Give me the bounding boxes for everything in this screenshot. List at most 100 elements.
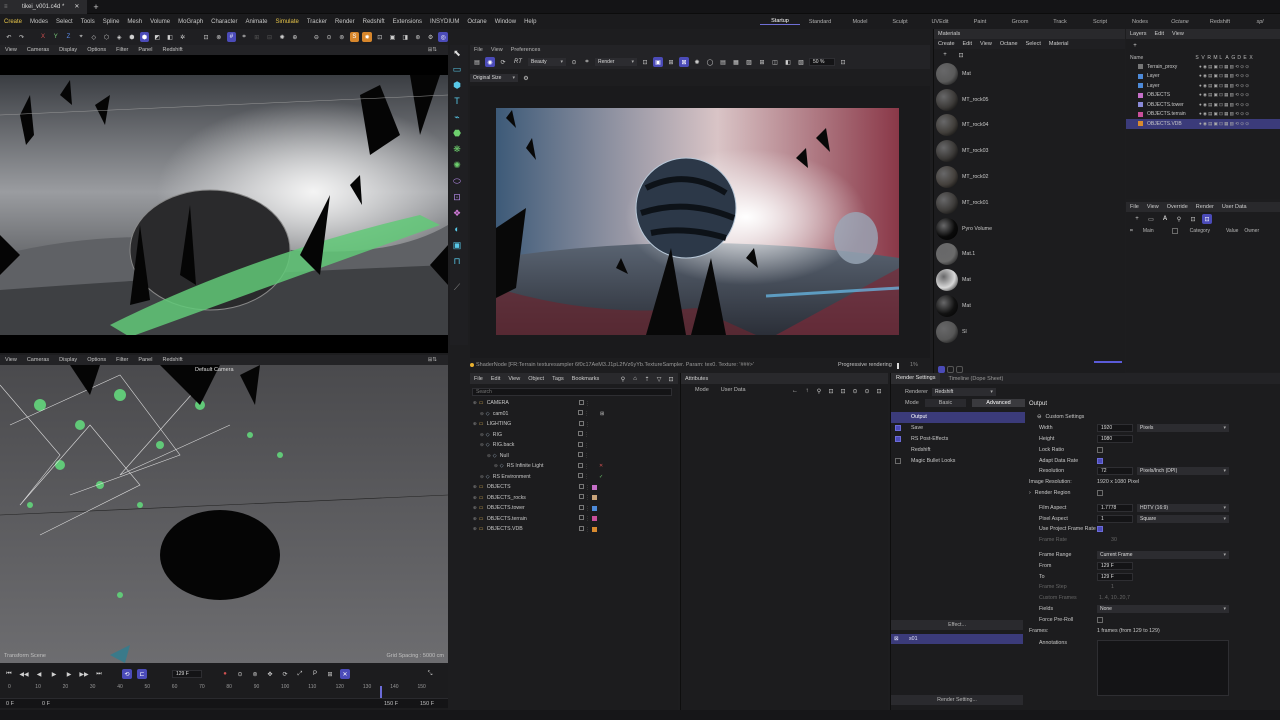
- deformer-icon[interactable]: ⬭: [450, 173, 464, 189]
- close-icon[interactable]: ✕: [74, 3, 79, 10]
- to-field[interactable]: 129 F: [1097, 572, 1133, 581]
- layout-octane[interactable]: Octane: [1160, 19, 1200, 25]
- rv-compare-icon[interactable]: ◫: [770, 57, 780, 67]
- object-tags[interactable]: ⋮: [578, 483, 590, 491]
- coord-system-icon[interactable]: ⌖: [76, 32, 86, 42]
- render-settings-item-checkbox[interactable]: [895, 425, 901, 432]
- use-project-frame-rate-checkbox[interactable]: [1097, 526, 1103, 533]
- texture-mode-icon[interactable]: ◧: [165, 32, 175, 42]
- object-mode-icon[interactable]: ⬢: [139, 32, 150, 42]
- object-menu-file[interactable]: File: [474, 376, 483, 382]
- rs-ipr-icon[interactable]: ▣: [388, 32, 398, 42]
- polygons-mode-icon[interactable]: ⬢: [127, 32, 137, 42]
- rv-rt-icon[interactable]: RT: [511, 57, 525, 67]
- material-item[interactable]: Mat: [936, 61, 1125, 87]
- octane-icon[interactable]: ◎: [438, 32, 449, 42]
- cloner-icon[interactable]: ❋: [450, 141, 464, 157]
- viewport1-menu-view[interactable]: View: [0, 47, 22, 53]
- rv-menu-file[interactable]: File: [470, 47, 487, 53]
- add-layer-icon[interactable]: +: [1130, 41, 1140, 51]
- render-region-checkbox[interactable]: [1097, 489, 1103, 496]
- attr-up-icon[interactable]: ↑: [802, 386, 812, 396]
- take-auto-icon[interactable]: A: [1160, 214, 1170, 224]
- takes-menu-file[interactable]: File: [1130, 204, 1139, 210]
- rs-rv-icon[interactable]: ⊡: [375, 32, 385, 42]
- viewport1-menu-options[interactable]: Options: [82, 47, 111, 53]
- take-folder-icon[interactable]: ▭: [1146, 214, 1156, 224]
- viewport1-menu-filter[interactable]: Filter: [111, 47, 133, 53]
- menu-extensions[interactable]: Extensions: [389, 19, 426, 25]
- menu-redshift[interactable]: Redshift: [359, 19, 389, 25]
- viewport-layout-icon[interactable]: ⊞⇅: [423, 47, 442, 53]
- layer-row[interactable]: Terrain_proxy ● ◉ ▤ ▣ ⊡ ▦ ▧ ⟲ ⊙ ⊙: [1126, 62, 1280, 72]
- object-tags[interactable]: ⋮: [577, 431, 589, 438]
- object-tags[interactable]: ⋮: [578, 399, 590, 407]
- render-setting-button[interactable]: Render Setting...: [891, 695, 1023, 705]
- basic-button[interactable]: Basic: [924, 399, 967, 407]
- range-bar[interactable]: 0 F 0 F 150 F 150 F: [0, 698, 448, 708]
- redo-icon[interactable]: ↷: [17, 32, 27, 42]
- menu-modes[interactable]: Modes: [26, 19, 52, 25]
- menu-animate[interactable]: Animate: [241, 19, 271, 25]
- rs-settings-icon[interactable]: ⚙: [426, 32, 436, 42]
- expand-icon[interactable]: ⊕: [473, 421, 477, 427]
- beauty-dropdown[interactable]: Beauty: [528, 58, 566, 66]
- timeline-tool-icon[interactable]: ⤡: [425, 669, 435, 679]
- object-row[interactable]: ⊕ ▭ OBJECTS.VDB ⋮: [470, 524, 678, 535]
- material-item[interactable]: Sl: [936, 319, 1125, 345]
- layer-toggle-icons[interactable]: ● ◉ ▤ ▣ ⊡ ▦ ▧ ⟲ ⊙ ⊙: [1199, 73, 1249, 79]
- redshift-s-icon[interactable]: S: [349, 32, 360, 42]
- rv-export-icon[interactable]: ▧: [796, 57, 806, 67]
- layer-toggle-icons[interactable]: ● ◉ ▤ ▣ ⊡ ▦ ▧ ⟲ ⊙ ⊙: [1199, 64, 1249, 70]
- take-override-icon[interactable]: ⚲: [1174, 214, 1184, 224]
- object-row[interactable]: ⊖ ◇ Null ⋮: [470, 451, 678, 462]
- tab-render-settings[interactable]: Render Settings: [891, 373, 941, 384]
- materials-menu-material[interactable]: Material: [1049, 41, 1069, 47]
- materials-menu-view[interactable]: View: [980, 41, 992, 47]
- attr-back-icon[interactable]: ←: [790, 386, 800, 396]
- material-large-view-icon[interactable]: [956, 365, 963, 373]
- menu-window[interactable]: Window: [491, 19, 520, 25]
- object-row[interactable]: ⊕ ▭ LIGHTING ⋮: [470, 419, 678, 430]
- effector-icon[interactable]: ✺: [450, 157, 464, 173]
- effect-button[interactable]: Effect...: [891, 620, 1023, 630]
- key-param-icon[interactable]: P: [310, 669, 320, 679]
- rv-save-all-icon[interactable]: ▦: [731, 57, 741, 67]
- attr-bookmark-icon[interactable]: ⊡: [826, 386, 836, 396]
- expand-icon[interactable]: ⊕: [473, 505, 477, 511]
- menu-grip-icon[interactable]: ≡: [4, 4, 8, 10]
- cube-icon[interactable]: ⬢: [450, 77, 464, 93]
- expand-icon[interactable]: ⊕: [473, 526, 477, 532]
- render-settings-item-checkbox[interactable]: [895, 457, 901, 464]
- rv-save-icon[interactable]: ▤: [718, 57, 728, 67]
- object-menu-tags[interactable]: Tags: [552, 376, 564, 382]
- viewport1-menu-display[interactable]: Display: [54, 47, 82, 53]
- render-settings-item[interactable]: RS Post-Effects: [891, 434, 1025, 445]
- adapt-data-rate-checkbox[interactable]: [1097, 457, 1103, 464]
- expand-icon[interactable]: ⊕: [473, 495, 477, 501]
- take-main-checkbox[interactable]: [1171, 228, 1178, 234]
- object-tags[interactable]: ⋮: [577, 441, 589, 449]
- key-all-icon[interactable]: ✕: [340, 669, 350, 679]
- next-frame-icon[interactable]: ▶: [64, 669, 74, 679]
- material-item[interactable]: Mat: [936, 267, 1125, 293]
- layout-nodes[interactable]: Nodes: [1120, 19, 1160, 25]
- menu-help[interactable]: Help: [520, 19, 540, 25]
- takes-menu-view[interactable]: View: [1147, 204, 1159, 210]
- menu-render[interactable]: Render: [331, 19, 359, 25]
- select-tool-icon[interactable]: ⬉: [450, 45, 464, 61]
- previous-frame-icon[interactable]: ◀: [34, 669, 44, 679]
- resolution-unit-dropdown[interactable]: Pixels/Inch (DPI): [1137, 467, 1229, 476]
- layout-standard[interactable]: Standard: [800, 19, 840, 25]
- next-key-icon[interactable]: ▶▶: [79, 669, 89, 679]
- expand-icon[interactable]: ⊕: [473, 400, 477, 406]
- rv-region-icon[interactable]: ▣: [653, 57, 663, 67]
- viewport1-menu-cameras[interactable]: Cameras: [22, 47, 54, 53]
- viewport-perspective[interactable]: [0, 75, 448, 335]
- viewport2-layout-icon[interactable]: ⊞⇅: [423, 357, 442, 363]
- layers-menu-edit[interactable]: Edit: [1155, 31, 1164, 37]
- object-menu-bookmarks[interactable]: Bookmarks: [572, 376, 600, 382]
- autokey-icon[interactable]: ⊙: [235, 669, 245, 679]
- object-row[interactable]: ⊕ ▭ OBJECTS.terrain ⋮: [470, 514, 678, 525]
- menu-volume[interactable]: Volume: [146, 19, 174, 25]
